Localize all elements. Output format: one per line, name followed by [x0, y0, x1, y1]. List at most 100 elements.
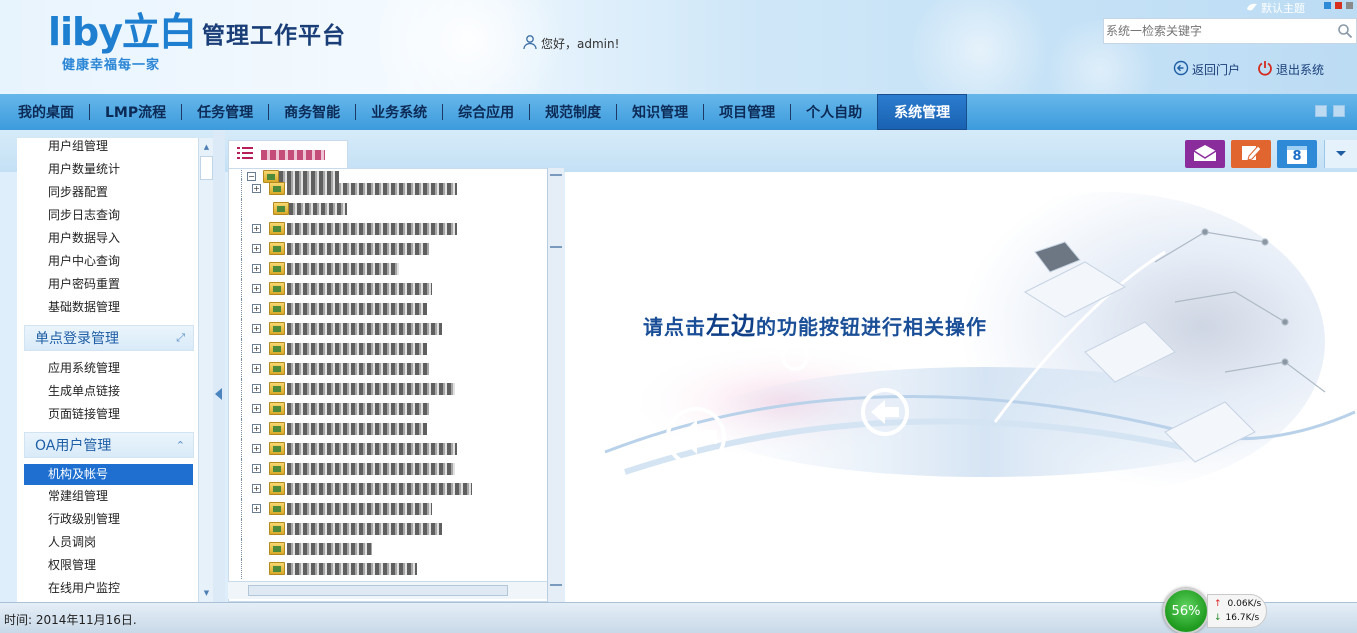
tree-node[interactable]: + [229, 299, 539, 319]
nav-item-desktop[interactable]: 我的桌面 [0, 94, 89, 130]
tree-node[interactable] [229, 519, 539, 539]
tree-node[interactable]: + [229, 259, 539, 279]
nav-item-knowledge[interactable]: 知识管理 [617, 94, 703, 130]
nav-item-self-service[interactable]: 个人自助 [791, 94, 877, 130]
sidebar-item-permissions[interactable]: 权限管理 [17, 554, 215, 577]
logout-link[interactable]: 退出系统 [1257, 60, 1324, 79]
expand-toggle-icon[interactable]: + [252, 484, 261, 493]
scroll-up-icon[interactable] [550, 174, 562, 176]
theme-red-option[interactable] [1335, 2, 1342, 9]
nav-item-integrated-apps[interactable]: 综合应用 [443, 94, 529, 130]
mail-button[interactable] [1185, 140, 1225, 168]
download-speed: 16.7K/s [1225, 613, 1260, 623]
nav-item-business-intelligence[interactable]: 商务智能 [269, 94, 355, 130]
main-content: 请点击左边的功能按钮进行相关操作 [565, 172, 1357, 602]
expand-toggle-icon[interactable]: + [252, 304, 261, 313]
edit-button[interactable] [1231, 140, 1271, 168]
tree-node[interactable]: + [229, 239, 539, 259]
tree-node[interactable]: + [229, 399, 539, 419]
sidebar-item-staff-transfer[interactable]: 人员调岗 [17, 531, 215, 554]
nav-item-regulations[interactable]: 规范制度 [530, 94, 616, 130]
scroll-thumb[interactable] [200, 156, 213, 180]
theme-color-options[interactable] [1324, 2, 1353, 9]
expand-toggle-icon[interactable]: + [252, 324, 261, 333]
tree-node[interactable]: + [229, 479, 539, 499]
scroll-down-icon[interactable] [550, 584, 562, 586]
theme-switcher[interactable]: 默认主题 [1246, 0, 1305, 16]
scroll-up-icon[interactable]: ▲ [199, 140, 214, 154]
restore-icon[interactable] [1315, 105, 1327, 117]
sidebar-item-online-users[interactable]: 在线用户监控 [17, 577, 215, 600]
expand-toggle-icon[interactable]: + [252, 224, 261, 233]
tree-node[interactable]: + [229, 179, 539, 199]
expand-toggle-icon[interactable]: + [252, 384, 261, 393]
tree-tab[interactable] [228, 140, 348, 168]
expand-toggle-icon[interactable]: + [252, 504, 261, 513]
sidebar-item-user-groups[interactable]: 用户组管理 [17, 138, 215, 158]
tree-node[interactable]: + [229, 339, 539, 359]
sidebar-item-user-import[interactable]: 用户数据导入 [17, 227, 215, 250]
sidebar-item-app-systems[interactable]: 应用系统管理 [17, 357, 215, 380]
collapse-arrow-icon[interactable] [215, 388, 222, 400]
toolbar-dropdown[interactable] [1324, 140, 1357, 168]
tree-node[interactable]: + [229, 319, 539, 339]
tree-horizontal-scrollbar[interactable] [228, 581, 547, 599]
return-portal-link[interactable]: 返回门户 [1173, 60, 1240, 79]
sidebar-item-user-stats[interactable]: 用户数量统计 [17, 158, 215, 181]
expand-toggle-icon[interactable]: + [252, 464, 261, 473]
expand-toggle-icon[interactable]: + [252, 444, 261, 453]
sidebar-item-sync-config[interactable]: 同步器配置 [17, 181, 215, 204]
tree-node[interactable]: + [229, 419, 539, 439]
tree-scroll-strip[interactable] [547, 168, 564, 602]
search-icon[interactable] [1334, 20, 1356, 42]
sidebar-item-password-reset[interactable]: 用户密码重置 [17, 273, 215, 296]
sidebar-item-user-center[interactable]: 用户中心查询 [17, 250, 215, 273]
tree-node[interactable]: + [229, 219, 539, 239]
expand-toggle-icon[interactable]: + [252, 284, 261, 293]
scroll-down-icon[interactable]: ▼ [199, 586, 214, 600]
tree-node[interactable]: + [229, 499, 539, 519]
nav-item-task-management[interactable]: 任务管理 [182, 94, 268, 130]
search-input[interactable] [1104, 20, 1334, 42]
nav-item-system-management[interactable]: 系统管理 [877, 94, 968, 130]
expand-toggle-icon[interactable]: + [252, 364, 261, 373]
sidebar-group-oa-users[interactable]: OA用户管理 ⌃ [24, 432, 194, 458]
theme-gray-option[interactable] [1346, 2, 1353, 9]
theme-blue-option[interactable] [1324, 2, 1331, 9]
expand-toggle-icon[interactable]: + [252, 344, 261, 353]
tree-node[interactable]: + [229, 279, 539, 299]
tree-node[interactable] [229, 199, 539, 219]
tree-connector [241, 359, 242, 379]
tree-node[interactable] [229, 539, 539, 559]
tree-node[interactable]: + [229, 379, 539, 399]
scroll-thumb[interactable] [248, 585, 508, 596]
calendar-button[interactable]: 8 [1277, 140, 1317, 168]
sidebar-item-basic-data[interactable]: 基础数据管理 [17, 296, 215, 319]
tree-node[interactable]: + [229, 359, 539, 379]
panel-splitter[interactable] [213, 130, 225, 602]
tree-connector [241, 339, 242, 359]
sidebar-item-admin-levels[interactable]: 行政级别管理 [17, 508, 215, 531]
expand-toggle-icon[interactable]: + [252, 404, 261, 413]
maximize-icon[interactable] [1333, 105, 1345, 117]
cpu-gauge[interactable]: 56% [1163, 588, 1209, 633]
sidebar-item-sso-link[interactable]: 生成单点链接 [17, 380, 215, 403]
expand-toggle-icon[interactable]: + [252, 244, 261, 253]
sidebar-item-common-groups[interactable]: 常建组管理 [17, 485, 215, 508]
folder-icon [269, 302, 285, 315]
nav-item-lmp-process[interactable]: LMP流程 [90, 94, 181, 130]
tree-node[interactable]: + [229, 439, 539, 459]
tree-node[interactable]: + [229, 459, 539, 479]
expand-toggle-icon[interactable]: + [252, 264, 261, 273]
tree-node[interactable] [229, 559, 539, 579]
tree-node-label [287, 443, 457, 455]
sidebar-item-org-accounts[interactable]: 机构及帐号 [24, 464, 193, 485]
nav-item-business-system[interactable]: 业务系统 [356, 94, 442, 130]
sidebar-item-sync-log[interactable]: 同步日志查询 [17, 204, 215, 227]
nav-item-projects[interactable]: 项目管理 [704, 94, 790, 130]
sidebar-group-sso[interactable]: 单点登录管理 ⤢ [24, 325, 194, 351]
expand-toggle-icon[interactable]: + [252, 184, 261, 193]
sidebar-item-page-links[interactable]: 页面链接管理 [17, 403, 215, 426]
sidebar-scrollbar[interactable]: ▲ ▼ [198, 138, 214, 602]
expand-toggle-icon[interactable]: + [252, 424, 261, 433]
